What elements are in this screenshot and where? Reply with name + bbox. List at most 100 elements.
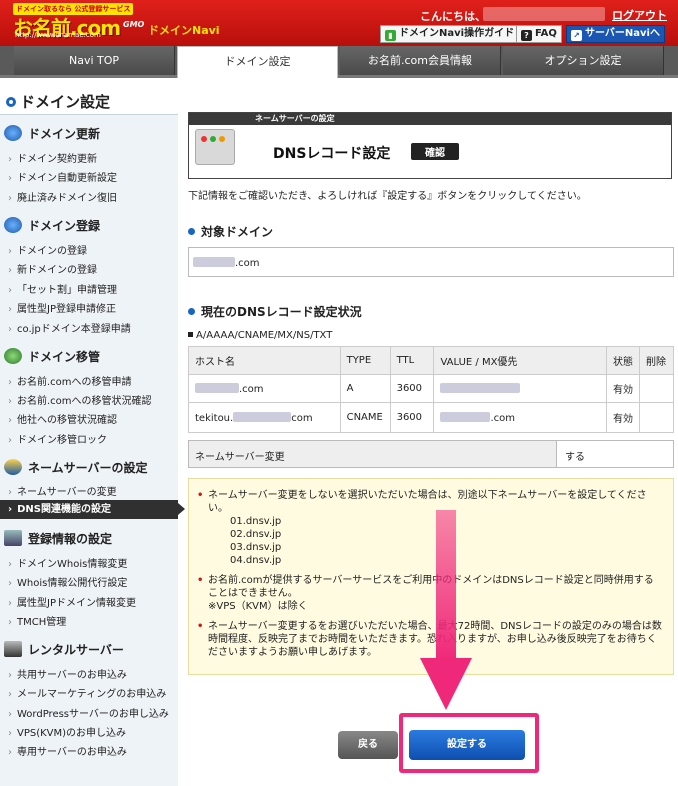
cell-host: tekitou. com: [188, 402, 341, 433]
onamae-logo[interactable]: ドメイン取るなら 公式登録サービス お名前.com http://www.ona…: [13, 3, 144, 40]
sidebar-item-jp-fix[interactable]: 属性型JP登録申請修正: [8, 300, 116, 315]
instruction-text: 下記情報をご確認いただき、よろしければ『設定する』ボタンをクリックしてください。: [188, 191, 587, 202]
sidebar-item-transfer-out-status[interactable]: 他社への移管状況確認: [8, 411, 117, 426]
ns-change-row: ネームサーバー変更 する: [188, 440, 674, 468]
sidebar-item-shared-server[interactable]: 共用サーバーのお申込み: [8, 666, 127, 681]
main-tab-bar: Navi TOP ドメイン設定 お名前.com会員情報 オプション設定: [0, 46, 678, 78]
sidebar-item-set-discount[interactable]: 「セット割」申請管理: [8, 281, 117, 296]
sidebar-section-whois: 登録情報の設定: [4, 530, 112, 547]
cell-value: [433, 374, 607, 403]
cell-status: 有効: [605, 374, 640, 403]
table-row: tekitou. com CNAME 3600 .com 有効: [188, 402, 675, 433]
col-delete: 削除: [638, 346, 675, 375]
record-types-label: A/AAAA/CNAME/MX/NS/TXT: [188, 330, 332, 341]
cell-ttl: 3600: [389, 374, 435, 403]
username-redacted: [483, 7, 605, 21]
redacted-text: [440, 382, 521, 393]
sidebar-item-dns-settings[interactable]: DNS関連機能の設定: [0, 500, 185, 519]
sidebar-item-mail-marketing[interactable]: メールマーケティングのお申込み: [8, 685, 166, 700]
sidebar-item-wordpress[interactable]: WordPressサーバーのお申し込み: [8, 705, 169, 720]
sidebar-item-restore[interactable]: 廃止済みドメイン復旧: [8, 189, 117, 204]
redacted-text: [233, 411, 292, 422]
server-icon: [4, 641, 22, 657]
section-title: ドメイン登録: [28, 219, 101, 233]
sidebar-item-whois-proxy[interactable]: Whois情報公開代行設定: [8, 574, 127, 589]
dot-bullet-icon: [188, 308, 195, 315]
sidebar: ドメイン更新 ドメイン契約更新 ドメイン自動更新設定 廃止済みドメイン復旧 ドメ…: [0, 114, 185, 786]
sidebar-item-vps[interactable]: VPS(KVM)のお申し込み: [8, 724, 126, 739]
document-icon: [4, 530, 22, 546]
confirm-badge: 確認: [411, 143, 459, 160]
sidebar-item-transfer-in[interactable]: お名前.comへの移管申請: [8, 373, 132, 388]
dns-status-heading: 現在のDNSレコード設定状況: [188, 303, 362, 320]
sidebar-item-dedicated[interactable]: 専用サーバーのお申込み: [8, 743, 127, 758]
annotation-arrow-icon: [420, 510, 472, 710]
nameserver-icon: [4, 459, 22, 475]
domain-suffix: .com: [235, 258, 260, 269]
cell-delete: [638, 402, 675, 433]
target-domain-heading: 対象ドメイン: [188, 223, 273, 240]
brand-navi-label: ドメインNavi: [148, 24, 220, 37]
navi-guide-button[interactable]: ▮ ドメインNavi操作ガイド: [380, 25, 520, 43]
table-header-row: ホスト名 TYPE TTL VALUE / MX優先 状態 削除: [188, 346, 675, 375]
ns-change-value: する: [565, 452, 585, 463]
cell-value: .com: [433, 402, 607, 433]
host-suffix: .com: [239, 383, 264, 395]
circle-bullet-icon: [6, 97, 16, 107]
redacted-text: [193, 257, 235, 267]
sidebar-item-ns-change[interactable]: ネームサーバーの変更: [8, 483, 117, 498]
sidebar-item-tmch[interactable]: TMCH管理: [8, 613, 66, 628]
sidebar-item-auto-renewal[interactable]: ドメイン自動更新設定: [8, 169, 117, 184]
tab-domain-settings[interactable]: ドメイン設定: [177, 46, 338, 78]
tab-option-settings[interactable]: オプション設定: [503, 46, 664, 75]
section-title: ドメイン更新: [28, 127, 101, 141]
back-button[interactable]: 戻る: [338, 731, 398, 759]
dns-record-table: ホスト名 TYPE TTL VALUE / MX優先 状態 削除 .com A …: [188, 346, 675, 433]
sidebar-item-transfer-lock[interactable]: ドメイン移管ロック: [8, 431, 107, 446]
sidebar-item-cojp[interactable]: co.jpドメイン本登録申請: [8, 320, 131, 335]
col-type: TYPE: [339, 346, 391, 375]
host-prefix: tekitou.: [195, 412, 234, 424]
cell-type: CNAME: [339, 402, 391, 433]
sidebar-section-renewal: ドメイン更新: [4, 125, 100, 142]
logout-link[interactable]: ログアウト: [612, 7, 667, 23]
book-icon: ▮: [385, 30, 396, 41]
col-status: 状態: [605, 346, 640, 375]
section-title: ネームサーバーの設定: [28, 461, 148, 475]
sidebar-section-rental-server: レンタルサーバー: [4, 641, 124, 658]
cell-status: 有効: [605, 402, 640, 433]
sidebar-item-transfer-in-status[interactable]: お名前.comへの移管状況確認: [8, 392, 152, 407]
table-row: .com A 3600 有効: [188, 374, 675, 403]
sidebar-item-contract-renewal[interactable]: ドメイン契約更新: [8, 150, 97, 165]
section-title: ドメイン移管: [28, 350, 101, 364]
sidebar-item-jp-info[interactable]: 属性型JPドメイン情報変更: [8, 594, 136, 609]
sidebar-title-text: ドメイン設定: [20, 93, 111, 111]
sidebar-section-transfer: ドメイン移管: [4, 348, 100, 365]
redacted-text: [195, 382, 239, 393]
sidebar-title: ドメイン設定: [6, 91, 110, 112]
panel-header: ネームサーバーの設定: [189, 113, 671, 125]
red-bullet-icon: •: [197, 621, 204, 632]
site-header: ドメイン取るなら 公式登録サービス お名前.com http://www.ona…: [0, 0, 678, 46]
annotation-highlight-box: [399, 713, 539, 773]
page-title: DNSレコード設定: [273, 146, 391, 162]
faq-label: FAQ: [535, 28, 557, 39]
sidebar-item-domain-register[interactable]: ドメインの登録: [8, 242, 87, 257]
greeting-text: こんにちは、: [420, 10, 486, 23]
tab-member-info[interactable]: お名前.com会員情報: [340, 46, 501, 75]
sidebar-item-new-domain[interactable]: 新ドメインの登録: [8, 261, 97, 276]
server-navi-label: サーバーNaviへ: [585, 28, 660, 39]
server-navi-button[interactable]: ↗ サーバーNaviへ: [566, 25, 665, 43]
navi-guide-label: ドメインNavi操作ガイド: [399, 28, 515, 39]
target-domain-value: .com: [188, 247, 674, 277]
tab-navi-top[interactable]: Navi TOP: [14, 46, 175, 75]
globe-plus-icon: [4, 217, 22, 233]
sidebar-section-registration: ドメイン登録: [4, 217, 100, 234]
faq-button[interactable]: ? FAQ: [516, 25, 562, 43]
settings-panel: ネームサーバーの設定 DNSレコード設定 確認: [188, 112, 672, 179]
cell-ttl: 3600: [389, 402, 435, 433]
red-bullet-icon: •: [197, 490, 204, 501]
value-suffix: .com: [490, 412, 516, 424]
logo-url: http://www.onamae.com: [15, 31, 101, 39]
sidebar-item-whois-change[interactable]: ドメインWhois情報変更: [8, 555, 127, 570]
